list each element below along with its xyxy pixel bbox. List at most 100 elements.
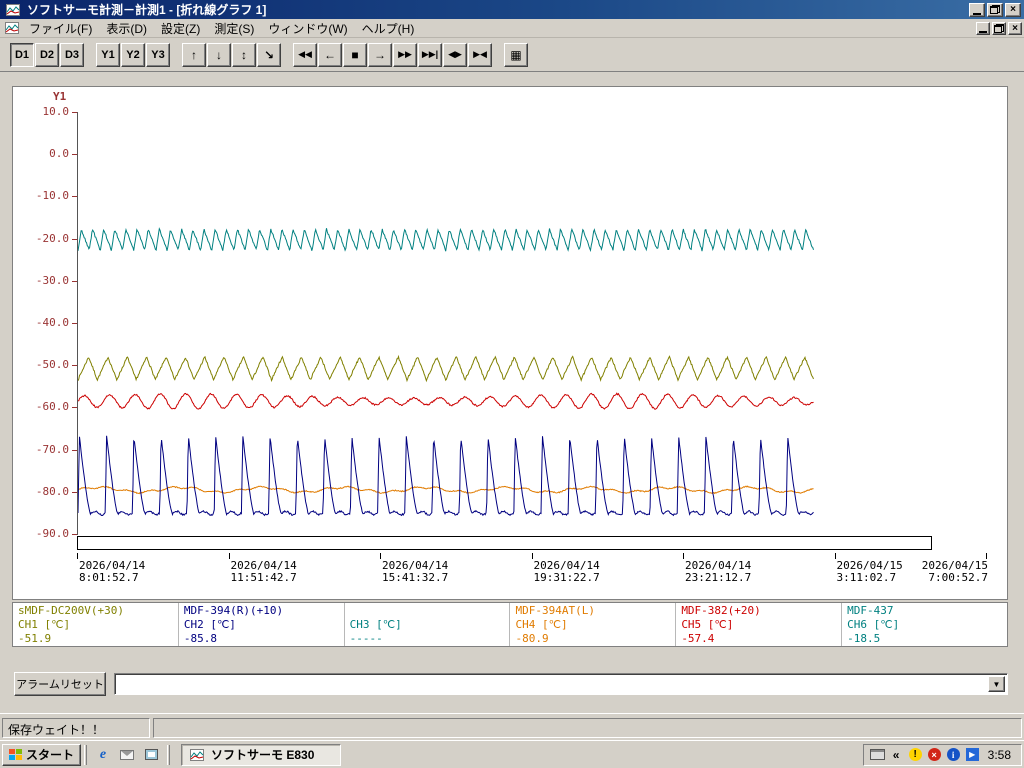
- y-axis-tick: [72, 281, 77, 282]
- x-axis-tick-label: 2026/04/1423:21:12.7: [685, 560, 751, 584]
- channel-legend: sMDF-DC200V(+30)CH1 [℃]-51.9MDF-394(R)(+…: [12, 602, 1008, 647]
- y-axis-tick-label: -70.0: [13, 443, 69, 457]
- legend-channel-1: sMDF-DC200V(+30)CH1 [℃]-51.9: [13, 603, 178, 646]
- x-axis-time: 11:51:42.7: [231, 572, 297, 584]
- stop-button[interactable]: ■: [343, 43, 367, 67]
- status-extra-panel: [153, 718, 1022, 738]
- x-axis-tick-label: 2026/04/1419:31:22.7: [534, 560, 600, 584]
- close-icon: ×: [1010, 4, 1016, 15]
- legend-channel-name: MDF-394AT(L): [515, 604, 670, 618]
- menu-item-help[interactable]: ヘルプ(H): [355, 18, 422, 39]
- legend-channel-name: MDF-382(+20): [681, 604, 836, 618]
- skip-to-end-button[interactable]: ▶▶|: [418, 43, 442, 67]
- x-axis-tick: [77, 553, 78, 559]
- legend-channel-6: MDF-437CH6 [℃]-18.5: [841, 603, 1007, 646]
- chevron-down-icon: ▼: [993, 680, 1001, 689]
- alarm-combobox[interactable]: ▼: [114, 673, 1008, 695]
- legend-channel-4: MDF-394AT(L)CH4 [℃]-80.9: [509, 603, 675, 646]
- fit-vertical-button[interactable]: ↕: [232, 43, 256, 67]
- auto-scale-button[interactable]: ↘: [257, 43, 281, 67]
- scroll-up-icon: ↑: [191, 48, 197, 62]
- dataset-d2-button[interactable]: D2: [35, 43, 59, 67]
- expand-range-icon: ◀▶: [448, 49, 462, 60]
- input-device-icon[interactable]: [870, 748, 885, 762]
- error-status-icon[interactable]: ×: [927, 748, 942, 762]
- mail-icon[interactable]: [117, 745, 137, 765]
- menu-item-window[interactable]: ウィンドウ(W): [261, 18, 354, 39]
- compress-range-button[interactable]: ▶◀: [468, 43, 492, 67]
- task-icon: [189, 748, 205, 762]
- scroll-down-icon: ↓: [216, 48, 222, 62]
- start-button-label: スタート: [26, 746, 74, 763]
- mdi-restore-button[interactable]: [992, 22, 1006, 35]
- close-button[interactable]: ×: [1005, 3, 1021, 17]
- fit-vertical-icon: ↕: [241, 48, 247, 62]
- mdi-close-button[interactable]: ×: [1008, 22, 1022, 35]
- legend-channel-label: CH4 [℃]: [515, 618, 670, 632]
- taskbar-clock[interactable]: 3:58: [984, 748, 1015, 762]
- media-play-icon[interactable]: ▶: [965, 748, 980, 762]
- axis-y2-button[interactable]: Y2: [121, 43, 145, 67]
- menu-item-settings[interactable]: 設定(Z): [154, 18, 207, 39]
- mdi-window-controls: ×: [974, 22, 1022, 35]
- document-icon[interactable]: [4, 21, 20, 35]
- app-icon[interactable]: [5, 3, 21, 17]
- menu-items: ファイル(F)表示(D)設定(Z)測定(S)ウィンドウ(W)ヘルプ(H): [22, 18, 421, 39]
- menu-item-view[interactable]: 表示(D): [99, 18, 154, 39]
- display-mode-button[interactable]: ▦: [504, 43, 528, 67]
- minimize-button[interactable]: [969, 3, 985, 17]
- legend-channel-value: -----: [350, 632, 505, 646]
- combobox-dropdown-button[interactable]: ▼: [988, 676, 1005, 692]
- scale-button-group: ↑ ↓ ↕ ↘: [182, 43, 282, 67]
- mdi-minimize-button[interactable]: [976, 22, 990, 35]
- step-forward-button[interactable]: →: [368, 43, 392, 67]
- restore-icon: [990, 5, 1000, 14]
- info-status-icon[interactable]: i: [946, 748, 961, 762]
- dataset-d1-button[interactable]: D1: [10, 43, 34, 67]
- alarm-reset-button[interactable]: アラームリセット: [14, 672, 106, 696]
- security-warning-icon[interactable]: !: [908, 748, 923, 762]
- title-bar: ソフトサーモ計測－計測1 - [折れ線グラフ 1] ×: [0, 0, 1024, 19]
- axis-y1-button[interactable]: Y1: [96, 43, 120, 67]
- y-axis-tick: [72, 154, 77, 155]
- taskbar-grip[interactable]: [84, 745, 87, 765]
- internet-explorer-icon[interactable]: e: [93, 745, 113, 765]
- x-axis-time: 7:00:52.7: [922, 572, 988, 584]
- legend-channel-name: [350, 604, 505, 618]
- legend-channel-3: CH3 [℃]-----: [344, 603, 510, 646]
- restore-button[interactable]: [987, 3, 1003, 17]
- legend-channel-name: MDF-437: [847, 604, 1002, 618]
- legend-channel-2: MDF-394(R)(+10)CH2 [℃]-85.8: [178, 603, 344, 646]
- time-range-box[interactable]: [77, 536, 932, 550]
- taskbar-grip[interactable]: [167, 745, 170, 765]
- display-mode-icon: ▦: [510, 48, 521, 62]
- chart-plot-area[interactable]: [78, 112, 986, 535]
- legend-channel-label: CH2 [℃]: [184, 618, 339, 632]
- dataset-d3-button[interactable]: D3: [60, 43, 84, 67]
- legend-channel-name: MDF-394(R)(+10): [184, 604, 339, 618]
- menu-item-measure[interactable]: 測定(S): [207, 18, 261, 39]
- x-axis-tick: [683, 553, 684, 559]
- y-axis-tick-label: 10.0: [13, 105, 69, 119]
- x-axis-tick-label: 2026/04/157:00:52.7: [922, 560, 988, 584]
- task-button-softthermo[interactable]: ソフトサーモ E830: [181, 744, 341, 766]
- menu-item-file[interactable]: ファイル(F): [22, 18, 99, 39]
- legend-channel-label: CH6 [℃]: [847, 618, 1002, 632]
- start-button[interactable]: スタート: [2, 744, 81, 766]
- rewind-button[interactable]: ◀◀: [293, 43, 317, 67]
- scroll-down-button[interactable]: ↓: [207, 43, 231, 67]
- show-desktop-icon[interactable]: [141, 745, 161, 765]
- fast-forward-button[interactable]: ▶▶: [393, 43, 417, 67]
- step-back-button[interactable]: ←: [318, 43, 342, 67]
- scroll-up-button[interactable]: ↑: [182, 43, 206, 67]
- y-axis-tick-label: -60.0: [13, 400, 69, 414]
- window-title: ソフトサーモ計測－計測1 - [折れ線グラフ 1]: [27, 1, 967, 18]
- taskbar: スタート e ソフトサーモ E830 « ! × i ▶ 3:58: [0, 740, 1024, 768]
- toolbar-separator: [493, 43, 504, 67]
- expand-range-button[interactable]: ◀▶: [443, 43, 467, 67]
- y-axis-tick-label: -80.0: [13, 485, 69, 499]
- axis-y3-button[interactable]: Y3: [146, 43, 170, 67]
- x-axis-time: 3:11:02.7: [837, 572, 903, 584]
- y-axis-tick: [72, 450, 77, 451]
- collapse-chevron-icon[interactable]: «: [889, 748, 904, 762]
